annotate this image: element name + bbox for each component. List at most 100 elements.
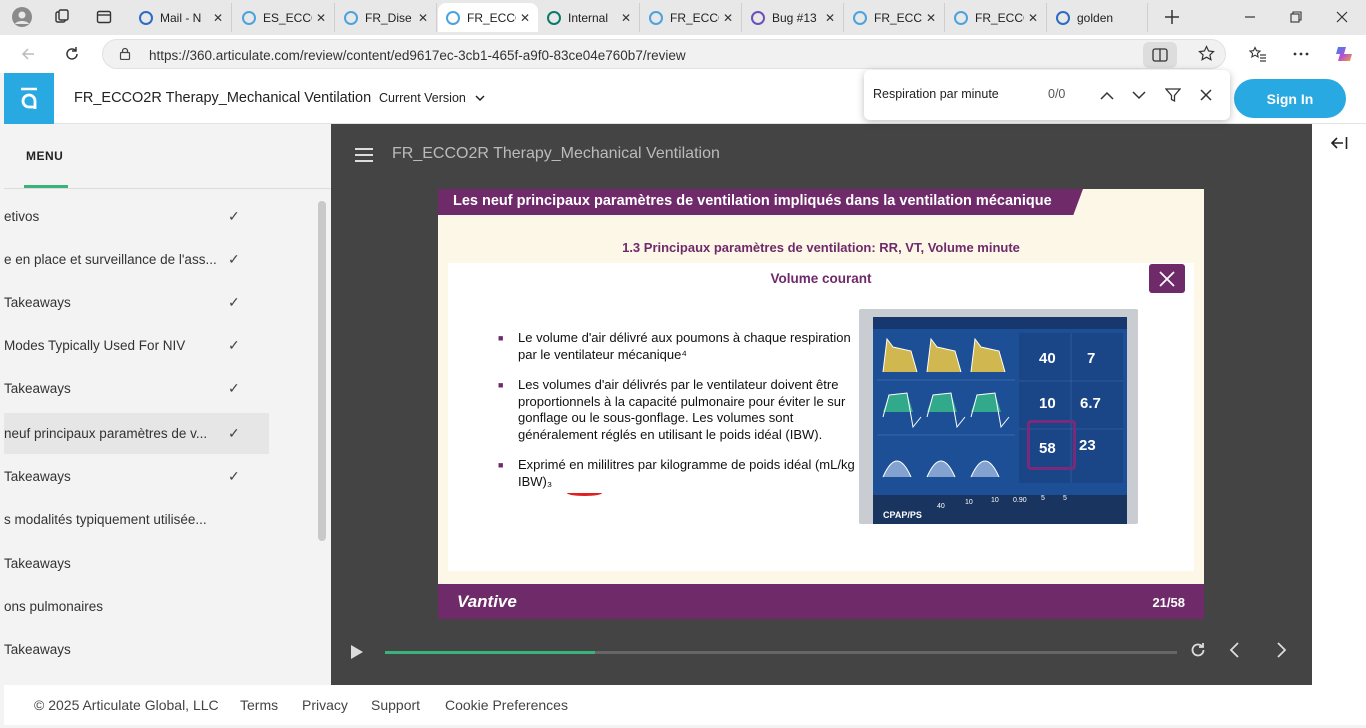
close-tab-icon[interactable]: ✕	[926, 11, 936, 25]
tab-title: Mail - N	[160, 10, 202, 25]
browser-tab[interactable]: golden	[1048, 3, 1148, 32]
checkmark-icon: ✓	[228, 208, 240, 224]
slide-player: FR_ECCO2R Therapy_Mechanical Ventilation…	[331, 124, 1312, 685]
browser-tab[interactable]: FR_ECCO ✕	[438, 3, 538, 32]
split-screen-icon[interactable]	[1143, 42, 1177, 68]
profile-icon[interactable]	[10, 6, 34, 28]
browser-tab[interactable]: Internal ✕	[539, 3, 640, 32]
tab-actions-icon[interactable]	[92, 6, 116, 28]
play-button[interactable]	[350, 644, 364, 665]
sidebar-menu-item[interactable]: Takeaways	[4, 543, 269, 584]
privacy-link[interactable]: Privacy	[302, 697, 348, 713]
vent-value-peak-pressure: 10	[1039, 395, 1056, 412]
close-tab-icon[interactable]: ✕	[213, 11, 223, 25]
browser-tab[interactable]: FR_ECCO ✕	[845, 3, 945, 32]
tab-title: FR_ECCO	[467, 10, 516, 25]
close-window-button[interactable]	[1319, 4, 1365, 30]
progress-track[interactable]	[385, 651, 1177, 654]
card-title: Volume courant	[770, 271, 872, 286]
favorites-icon[interactable]	[1244, 42, 1272, 66]
close-tab-icon[interactable]: ✕	[520, 11, 530, 25]
new-tab-button[interactable]	[1160, 6, 1184, 28]
browser-tab[interactable]: ES_ECCO ✕	[234, 3, 335, 32]
workspaces-icon[interactable]	[50, 6, 74, 28]
close-tab-icon[interactable]: ✕	[316, 11, 326, 25]
cookie-preferences-link[interactable]: Cookie Preferences	[445, 697, 568, 713]
next-slide-button[interactable]	[1277, 642, 1287, 663]
browser-tab[interactable]: Bug #13 ✕	[743, 3, 844, 32]
tab-favicon-icon	[139, 10, 153, 25]
close-find-icon[interactable]	[1195, 84, 1217, 106]
browser-tab[interactable]: Mail - N ✕	[131, 3, 232, 32]
ventilator-display: 40 7 10 6.7 58 23	[873, 317, 1127, 495]
sidebar-item-label: neuf principaux paramètres de v...	[4, 426, 208, 441]
sign-in-button[interactable]: Sign In	[1234, 79, 1346, 118]
minimize-button[interactable]	[1227, 4, 1273, 30]
close-tab-icon[interactable]: ✕	[1028, 11, 1038, 25]
collapse-panel-icon[interactable]	[1330, 136, 1348, 155]
previous-slide-button[interactable]	[1229, 642, 1239, 663]
tab-title: FR_Dise	[365, 10, 412, 25]
tab-title: Internal	[568, 10, 609, 25]
sidebar-item-label: Takeaways	[4, 556, 71, 571]
support-link[interactable]: Support	[371, 697, 420, 713]
slide-footer: Vantive 21/58	[438, 584, 1204, 619]
url-field[interactable]: https://360.articulate.com/review/conten…	[102, 39, 1226, 69]
player-title: FR_ECCO2R Therapy_Mechanical Ventilation	[392, 145, 720, 162]
tab-favicon-icon	[344, 10, 358, 25]
copyright-text: © 2025 Articulate Global, LLC	[34, 697, 219, 713]
close-tab-icon[interactable]: ✕	[825, 11, 835, 25]
more-options-icon[interactable]	[1287, 42, 1315, 66]
checkmark-icon: ✓	[228, 337, 240, 353]
vent-setting-value: 0.90	[1013, 497, 1027, 504]
lock-icon[interactable]	[119, 47, 131, 63]
sidebar-menu-item[interactable]: etivos ✓	[4, 196, 269, 237]
sidebar-menu-item[interactable]: Takeaways ✓	[4, 456, 269, 497]
copilot-icon[interactable]	[1330, 42, 1358, 66]
favorite-star-icon[interactable]	[1198, 45, 1215, 67]
sidebar-menu-item[interactable]: Takeaways ✓	[4, 282, 269, 323]
version-dropdown[interactable]: Current Version	[379, 91, 485, 105]
menu-label[interactable]: MENU	[26, 149, 63, 163]
browser-tab[interactable]: FR_Dise ✕	[336, 3, 437, 32]
articulate-logo[interactable]	[4, 73, 54, 124]
comments-panel-collapsed	[1312, 124, 1366, 685]
vent-setting-value: 10	[965, 499, 973, 506]
refresh-button[interactable]	[58, 42, 86, 66]
url-text[interactable]: https://360.articulate.com/review/conten…	[149, 48, 686, 63]
sidebar-item-label: s modalités typiquement utilisée...	[4, 512, 207, 527]
filter-icon[interactable]	[1162, 84, 1184, 106]
close-card-button[interactable]	[1149, 264, 1185, 293]
checkmark-icon: ✓	[228, 380, 240, 396]
sidebar-menu-item[interactable]: Takeaways	[4, 629, 269, 670]
sidebar-item-label: Takeaways	[4, 469, 71, 484]
close-tab-icon[interactable]: ✕	[723, 11, 733, 25]
sidebar-menu-item[interactable]: neuf principaux paramètres de v... ✓	[4, 413, 269, 454]
find-input[interactable]: Respiration par minute	[873, 87, 999, 101]
hamburger-menu-icon[interactable]	[355, 148, 373, 162]
terms-link[interactable]: Terms	[240, 697, 278, 713]
sidebar-scrollbar[interactable]	[318, 201, 326, 541]
sidebar-menu-item[interactable]: ons pulmonaires	[4, 586, 269, 627]
browser-tab[interactable]: FR_ECCO ✕	[641, 3, 742, 32]
replay-button[interactable]	[1190, 642, 1206, 663]
tab-favicon-icon	[853, 10, 867, 25]
sidebar-item-label: Takeaways	[4, 295, 71, 310]
close-tab-icon[interactable]: ✕	[621, 11, 631, 25]
sidebar-menu-item[interactable]: e en place et surveillance de l'ass... ✓	[4, 239, 269, 280]
tab-favicon-icon	[751, 10, 765, 25]
tab-title: Bug #13	[772, 10, 817, 25]
page-footer: © 2025 Articulate Global, LLC Terms Priv…	[4, 685, 1366, 725]
vent-value-peep: 7	[1087, 350, 1096, 367]
sidebar-menu-item[interactable]: Takeaways ✓	[4, 368, 269, 409]
sidebar-menu-item[interactable]: Modes Typically Used For NIV ✓	[4, 325, 269, 366]
close-tab-icon[interactable]: ✕	[418, 11, 428, 25]
sidebar-menu-item[interactable]: s modalités typiquement utilisée...	[4, 499, 269, 540]
find-next-icon[interactable]	[1128, 84, 1150, 106]
restore-button[interactable]	[1273, 4, 1319, 30]
progress-fill	[385, 651, 595, 654]
browser-tab[interactable]: FR_ECCO ✕	[946, 3, 1047, 32]
back-button[interactable]	[14, 42, 42, 66]
vent-value-pmax: 40	[1039, 350, 1056, 367]
find-previous-icon[interactable]	[1096, 84, 1118, 106]
